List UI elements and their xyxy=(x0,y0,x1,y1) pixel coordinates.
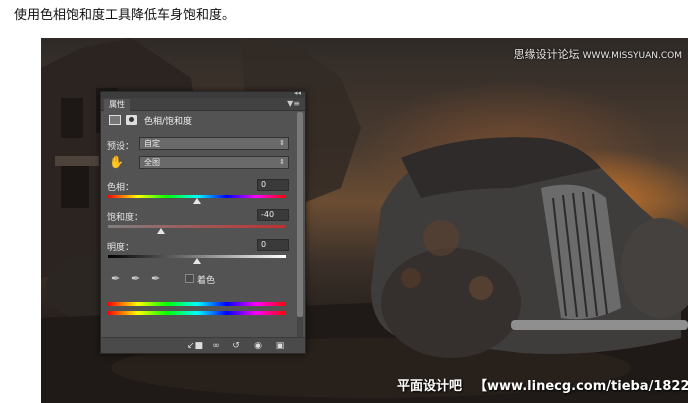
channel-value: 全图 xyxy=(144,158,160,167)
eyedropper-icon[interactable]: ✒ xyxy=(111,272,125,286)
chevron-updown-icon: ⇕ xyxy=(279,139,285,147)
footer-watermark: 平面设计吧 【www.linecg.com/tieba/1822】 xyxy=(397,375,688,394)
tab-properties[interactable]: 属性 xyxy=(104,99,130,111)
clip-to-layer-icon[interactable]: ↙■ xyxy=(187,340,203,352)
saturation-slider-track[interactable] xyxy=(108,225,286,228)
hue-input[interactable]: 0 xyxy=(257,179,289,191)
properties-panel: ◂◂ 属性 ▼≡ 色相/饱和度 预设： 自定 ⇕ ✋ 全图 ⇕ 色相： 0 饱和… xyxy=(100,89,306,354)
lightness-slider-thumb[interactable] xyxy=(193,258,201,264)
adjustment-layer-icon xyxy=(109,115,121,125)
chevron-updown-icon: ⇕ xyxy=(279,158,285,166)
visibility-eye-icon[interactable]: ◉ xyxy=(251,340,265,352)
eyedropper-minus-icon[interactable]: ✒ xyxy=(151,272,165,286)
channel-select[interactable]: 全图 ⇕ xyxy=(139,156,289,169)
lightness-label: 明度： xyxy=(107,243,135,253)
colorize-checkbox[interactable] xyxy=(185,274,194,283)
saturation-label: 饱和度： xyxy=(107,213,144,223)
adjustment-header: 色相/饱和度 xyxy=(109,113,295,127)
saturation-input[interactable]: -40 xyxy=(257,209,289,221)
hue-label: 色相： xyxy=(107,183,135,193)
colorize-label: 着色 xyxy=(197,276,216,286)
saturation-slider-thumb[interactable] xyxy=(157,228,166,234)
preset-value: 自定 xyxy=(144,139,160,148)
preset-label: 预设： xyxy=(107,142,135,152)
preset-select[interactable]: 自定 ⇕ xyxy=(139,137,289,150)
hue-slider-thumb[interactable] xyxy=(193,198,201,204)
trash-icon[interactable]: ▣ xyxy=(273,340,287,352)
panel-menu-icon[interactable]: ▼≡ xyxy=(287,99,300,108)
watermark-url: WWW.MISSYUAN.COM xyxy=(582,51,682,61)
watermark-site-name: 思缘设计论坛 xyxy=(513,48,580,61)
footer-brand: 平面设计吧 xyxy=(397,379,463,394)
adjustment-title: 色相/饱和度 xyxy=(144,117,193,127)
mask-icon[interactable] xyxy=(126,115,137,125)
collapse-icon[interactable]: ◂◂ xyxy=(294,89,301,97)
footer-site: 【www.linecg.com/tieba/1822】 xyxy=(474,379,688,394)
panel-bottom-toolbar: ↙■ ∞ ↺ ◉ ▣ xyxy=(101,337,305,353)
view-previous-state-icon[interactable]: ∞ xyxy=(209,340,223,352)
panel-scrollbar[interactable] xyxy=(297,112,303,338)
eyedropper-plus-icon[interactable]: ✒ xyxy=(131,272,145,286)
caption-text: 使用色相饱和度工具降低车身饱和度。 xyxy=(14,8,236,23)
panel-tabbar: 属性 ▼≡ xyxy=(101,98,305,111)
reset-icon[interactable]: ↺ xyxy=(229,340,243,352)
eyedropper-tools: ✒ ✒ ✒ 着色 xyxy=(111,272,231,286)
scrollbar-thumb[interactable] xyxy=(297,112,303,317)
hand-adjust-icon[interactable]: ✋ xyxy=(109,155,124,169)
input-color-bar xyxy=(108,302,286,306)
watermark: 思缘设计论坛 WWW.MISSYUAN.COM xyxy=(514,46,682,62)
output-color-bar xyxy=(108,311,286,315)
lightness-input[interactable]: 0 xyxy=(257,239,289,251)
